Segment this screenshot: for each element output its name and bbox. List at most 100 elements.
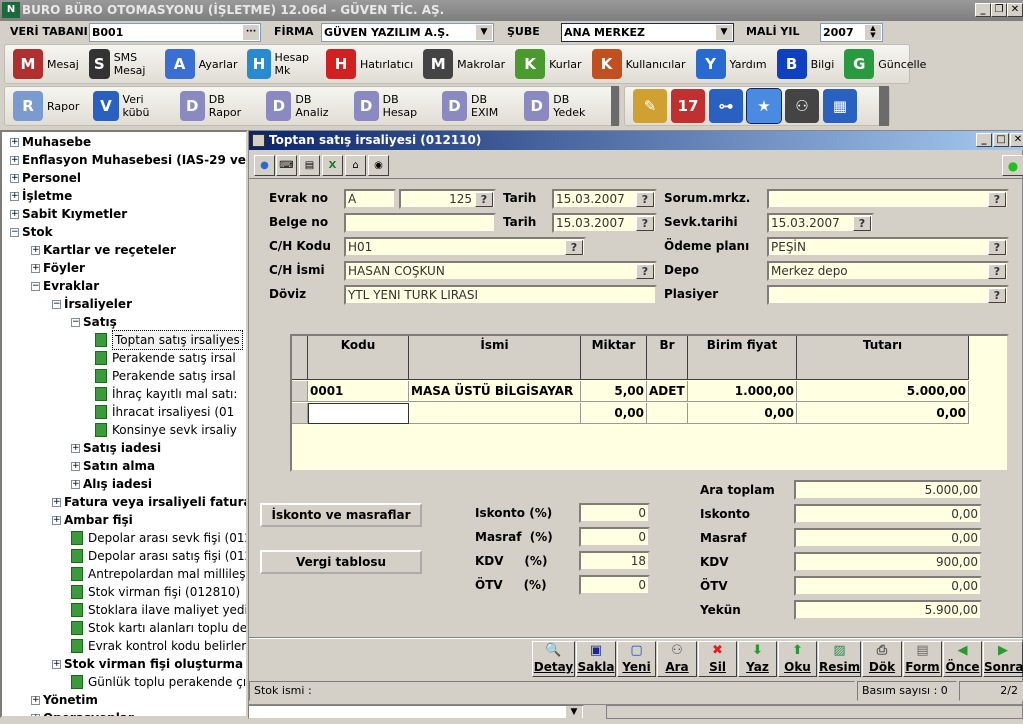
grid-cell[interactable] [308, 403, 409, 424]
tree-item[interactable]: Evrak kontrol kodu belirler [71, 637, 246, 655]
expand-icon[interactable]: + [52, 515, 61, 525]
expand-icon[interactable]: + [31, 713, 40, 716]
toolbar-overflow-handle[interactable] [879, 86, 889, 126]
tree-item[interactable]: + İşletme [10, 187, 72, 205]
plasiyer-input[interactable]: ? [767, 285, 1009, 305]
close-button[interactable]: ✕ [1007, 3, 1023, 17]
iskonto-masraflar-button[interactable]: İskonto ve masraflar [260, 503, 422, 527]
lookup-button[interactable]: ? [636, 264, 654, 279]
tree-item[interactable]: + Kartlar ve reçeteler [31, 241, 176, 259]
tree-item[interactable]: İhracat irsaliyesi (01 [95, 403, 234, 421]
grid-column-header[interactable]: Birim fiyat [688, 336, 797, 380]
evrak-no-input[interactable]: 125? [399, 189, 496, 209]
date-picker-button[interactable]: ? [853, 216, 871, 231]
date-picker-button[interactable]: ? [636, 192, 654, 207]
minimize-button[interactable]: _ [975, 3, 991, 17]
grid-cell[interactable]: 0001 [308, 381, 409, 402]
tree-item[interactable]: + Sabit Kıymetler [10, 205, 127, 223]
expand-icon[interactable]: + [10, 173, 19, 183]
org-chart-icon[interactable]: ⊶ [709, 89, 743, 123]
sevk-tarihi-input[interactable]: 15.03.2007? [767, 213, 874, 233]
tree-item[interactable]: Antrepolardan mal millileşt [71, 565, 246, 583]
expand-icon[interactable]: + [52, 497, 61, 507]
tarih2-input[interactable]: 15.03.2007? [552, 213, 657, 233]
toolbar-button-g-ncelle[interactable]: G Güncelle [844, 49, 926, 79]
horizontal-scrollbar[interactable] [606, 705, 1023, 719]
toolbar-button-ayarlar[interactable]: A Ayarlar [164, 49, 237, 79]
ch-ismi-input[interactable]: HASAN COŞKUN? [344, 261, 657, 281]
binoculars-icon[interactable]: ⚇ [785, 89, 819, 123]
module-tree[interactable]: + Muhasebe + Enflasyon Muhasebesi (IAS-29 v… [0, 130, 248, 718]
grid-column-header[interactable]: Br [647, 336, 688, 380]
home-chart-icon[interactable]: ⌂ [345, 155, 366, 176]
grid-column-header[interactable]: Kodu [308, 336, 409, 380]
ch-kodu-input[interactable]: H01? [344, 237, 586, 257]
chevron-down-icon[interactable]: ▼ [566, 706, 582, 718]
toolbar-button-kurlar[interactable]: K Kurlar [515, 49, 582, 79]
bottom-combo[interactable]: ▼ [248, 705, 584, 719]
yeni-button[interactable]: ▢ Yeni [617, 641, 656, 677]
form-button[interactable]: ▤ Form [903, 641, 942, 677]
toolbar-button-db-rapor[interactable]: D DB Rapor [179, 91, 253, 121]
sil-button[interactable]: ✖ Sil [698, 641, 737, 677]
grid-cell[interactable]: 5.000,00 [797, 381, 969, 402]
database-field[interactable]: B001 ··· [89, 23, 261, 42]
tree-item[interactable]: Perakende satış irsal [95, 349, 236, 367]
expand-icon[interactable]: + [71, 461, 80, 471]
toolbar-button-db-yedek[interactable]: D DB Yedek [524, 91, 596, 121]
dök-button[interactable]: ⎙ Dök [862, 641, 902, 677]
lookup-button[interactable]: ? [565, 240, 583, 255]
grid-cell[interactable]: 0,00 [688, 403, 797, 424]
vergi-tablosu-button[interactable]: Vergi tablosu [260, 550, 422, 574]
doviz-input[interactable]: YTL YENI TURK LIRASI [344, 285, 657, 305]
tree-item[interactable]: Stoklara ilave maliyet yedi [71, 601, 246, 619]
lookup-button[interactable]: ? [988, 240, 1006, 255]
branch-select[interactable]: ANA MERKEZ ▼ [561, 23, 734, 42]
toolbar-button-mesaj[interactable]: M Mesaj [13, 49, 79, 79]
grid-column-header[interactable]: İsmi [409, 336, 581, 380]
tree-item[interactable]: + Satın alma [71, 457, 155, 475]
tree-item[interactable]: + Muhasebe [10, 133, 91, 151]
expand-icon[interactable]: + [71, 479, 80, 489]
toolbar-button-rapor[interactable]: R Rapor [13, 91, 79, 121]
grid-cell[interactable]: 5,00 [581, 381, 647, 402]
tree-item[interactable]: Depolar arası sevk fişi (012 [71, 529, 246, 547]
toolbar-button-db-hesap[interactable]: D DB Hesap [353, 91, 428, 121]
tree-item[interactable]: + Alış iadesi [71, 475, 152, 493]
detay-button[interactable]: 🔍 Detay [532, 641, 575, 677]
lookup-button[interactable]: ? [988, 192, 1006, 207]
grid-cell[interactable]: 0,00 [797, 403, 969, 424]
tree-item[interactable]: Stok virman fişi (012810) [71, 583, 240, 601]
grid-cell[interactable]: ADET [647, 381, 688, 402]
toolbar-button-makrolar[interactable]: M Makrolar [423, 49, 505, 79]
toolbar-button-yard-m[interactable]: Y Yardım [695, 49, 767, 79]
tree-item[interactable]: + Enflasyon Muhasebesi (IAS-29 ve SI [10, 151, 246, 169]
toolbar-button-sms-mesaj[interactable]: S SMS Mesaj [88, 49, 155, 79]
collapse-icon[interactable]: − [31, 281, 40, 291]
preview-icon[interactable]: ◉ [368, 155, 389, 176]
chevron-down-icon[interactable]: ▼ [716, 25, 732, 40]
tree-item[interactable]: Perakende satış irsal [95, 367, 236, 385]
tree-item[interactable]: + Satış iadesi [71, 439, 161, 457]
tree-item[interactable]: İhraç kayıtlı mal satı: [95, 385, 237, 403]
tarih-input[interactable]: 15.03.2007? [552, 189, 657, 209]
tree-item[interactable]: Konsinye sevk irsaliy [95, 421, 237, 439]
tree-item[interactable]: − Evraklar [31, 277, 99, 295]
tree-item[interactable]: Günlük toplu perakende çı [71, 673, 246, 691]
lookup-button[interactable]: ? [988, 264, 1006, 279]
grid-cell[interactable]: MASA ÜSTÜ BİLGİSAYAR [409, 381, 581, 402]
tree-item[interactable]: − İrsaliyeler [52, 295, 132, 313]
tree-item[interactable]: + Personel [10, 169, 81, 187]
keyboard-icon[interactable]: ⌨ [276, 155, 297, 176]
toolbar-overflow-handle[interactable] [610, 86, 620, 126]
expand-icon[interactable]: + [52, 659, 61, 669]
toolbar-button-hat-rlat-c-[interactable]: H Hatırlatıcı [325, 49, 413, 79]
toolbar-button-veri-k-b-[interactable]: V Veri kübü [93, 91, 165, 121]
tree-item[interactable]: + Stok virman fişi oluşturma [52, 655, 243, 673]
calendar-icon[interactable]: 17 [671, 89, 705, 123]
items-grid[interactable]: Kodu İsmi Miktar Br Birim fiyat Tutarı 0001 MAS… [290, 334, 1009, 472]
grid-column-header[interactable]: Tutarı [797, 336, 969, 380]
fiscal-year-spinner[interactable]: 2007 ▲ ▼ [820, 23, 883, 42]
tree-item[interactable]: + Operasyonlar [31, 709, 134, 716]
expand-icon[interactable]: + [31, 245, 40, 255]
